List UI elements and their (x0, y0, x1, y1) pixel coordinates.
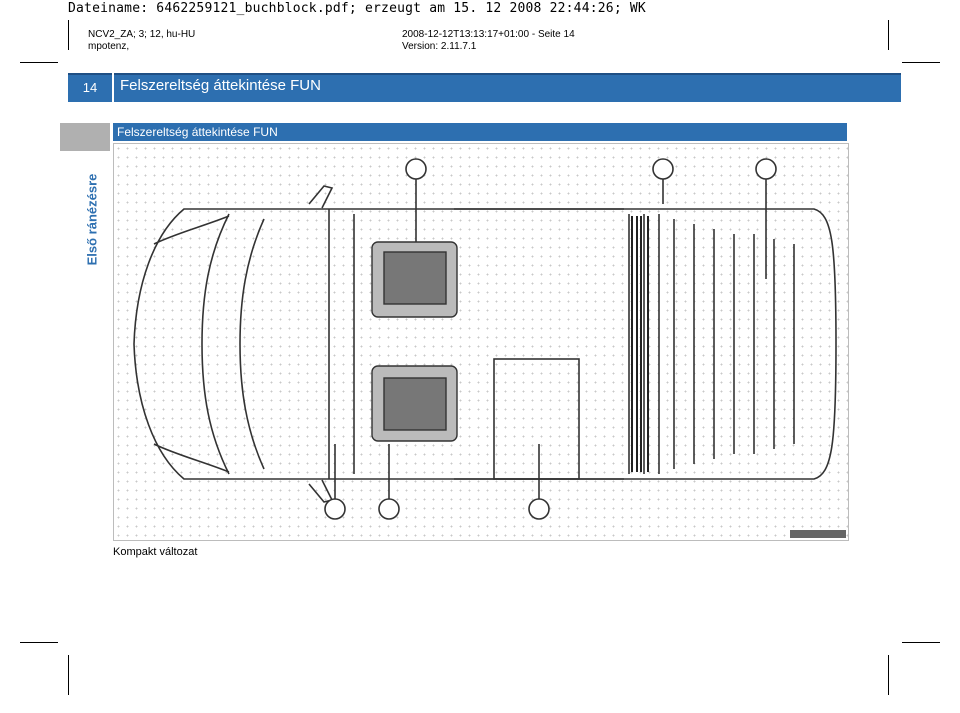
crop-mark (20, 642, 58, 643)
crop-mark (20, 62, 58, 63)
crop-mark (68, 20, 69, 50)
meta-right-line2: Version: 2.11.7.1 (402, 41, 477, 52)
page-number: 14 (68, 73, 114, 102)
crop-mark (902, 642, 940, 643)
chapter-title: Felszereltség áttekintése FUN (120, 77, 321, 94)
figure-caption: Kompakt változat (113, 546, 198, 558)
crop-mark (888, 655, 889, 695)
crop-mark (888, 20, 889, 50)
crop-mark (68, 655, 69, 695)
meta-left-line2: mpotenz, (88, 41, 130, 52)
meta-right-line1: 2008-12-12T13:13:17+01:00 - Seite 14 (402, 29, 575, 40)
file-header-line: Dateiname: 6462259121_buchblock.pdf; erz… (68, 1, 646, 16)
vehicle-overview-figure (113, 143, 849, 541)
van-top-view-illustration (133, 158, 846, 538)
meta-left-line1: NCV2_ZA; 3; 12, hu-HU (88, 29, 196, 40)
side-tab-label: Első ránézésre (84, 173, 100, 265)
side-tab-block (60, 123, 110, 151)
section-title: Felszereltség áttekintése FUN (113, 123, 847, 141)
crop-mark (902, 62, 940, 63)
